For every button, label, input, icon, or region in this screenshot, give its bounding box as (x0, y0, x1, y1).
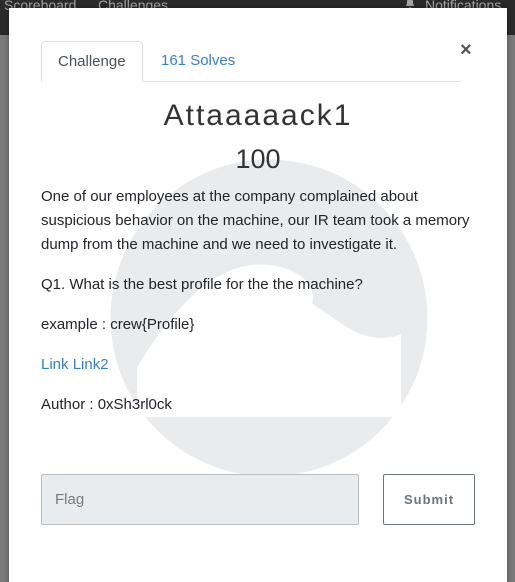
example-text: example : crew{Profile} (41, 316, 195, 333)
challenge-title: Attaaaaack1 (163, 99, 353, 132)
link-2[interactable]: Link2 (73, 356, 109, 373)
tab-challenge[interactable]: Challenge (41, 41, 143, 82)
close-icon[interactable]: × (460, 40, 472, 60)
tab-solves[interactable]: 161 Solves (145, 41, 251, 81)
author-text: Author : 0xSh3rl0ck (41, 396, 172, 413)
flag-input[interactable] (41, 474, 359, 525)
link-1[interactable]: Link (41, 356, 69, 373)
question-text: Q1. What is the best profile for the the… (41, 276, 363, 293)
challenge-description: One of our employees at the company comp… (41, 185, 476, 433)
page: Scoreboard Challenges Notifications 775 … (0, 0, 515, 582)
links-paragraph: Link Link2 (41, 353, 476, 377)
modal-tabs: Challenge 161 Solves (41, 41, 461, 82)
challenge-points: 100 (235, 144, 281, 174)
challenge-modal: Challenge 161 Solves × Attaaaaack1 100 O… (9, 8, 507, 582)
description-text: One of our employees at the company comp… (41, 188, 470, 253)
submit-button[interactable]: Submit (383, 474, 475, 525)
